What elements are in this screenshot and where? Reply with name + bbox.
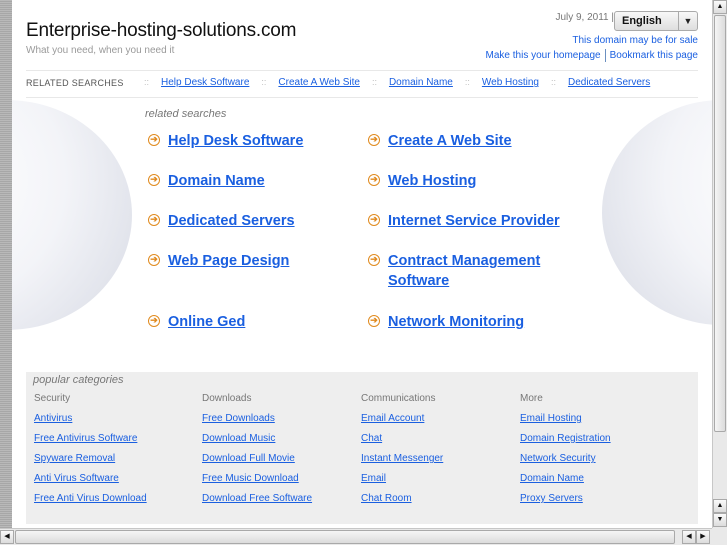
separator: ::: [144, 77, 150, 87]
category-column-more: More Email Hosting Domain Registration N…: [520, 392, 611, 512]
related-searches-heading: related searches: [145, 108, 227, 120]
category-column-communications: Communications Email Account Chat Instan…: [361, 392, 443, 512]
arrow-right-circle-icon: ➔: [368, 134, 380, 146]
arrow-right-circle-icon: ➔: [148, 174, 160, 186]
arrow-right-icon: ▶: [700, 533, 706, 540]
category-column-security: Security Antivirus Free Antivirus Softwa…: [34, 392, 147, 512]
category-link[interactable]: Free Anti Virus Download: [34, 492, 147, 512]
header-links: Make this your homepage Bookmark this pag…: [486, 49, 698, 62]
category-column-downloads: Downloads Free Downloads Download Music …: [202, 392, 312, 512]
make-homepage-link[interactable]: Make this your homepage: [486, 50, 601, 61]
related-bar-link[interactable]: Dedicated Servers: [568, 77, 650, 88]
vertical-scroll-thumb[interactable]: [714, 15, 726, 432]
category-title: Security: [34, 393, 71, 404]
related-search-link[interactable]: Internet Service Provider: [388, 211, 588, 231]
arrow-right-circle-icon: ➔: [148, 254, 160, 266]
horizontal-scrollbar[interactable]: ◀ ◀ ▶: [0, 528, 712, 545]
scroll-up-button-bottom[interactable]: ▲: [713, 499, 727, 513]
arrow-up-icon: ▲: [716, 502, 724, 509]
related-search-link[interactable]: Create A Web Site: [388, 131, 588, 151]
category-link[interactable]: Antivirus: [34, 412, 147, 432]
language-value: English: [622, 15, 662, 27]
scrollbar-corner: [712, 528, 727, 545]
scroll-up-button[interactable]: ▲: [713, 0, 727, 14]
related-bar-link[interactable]: Web Hosting: [482, 77, 539, 88]
category-title: More: [520, 393, 543, 404]
category-link[interactable]: Free Downloads: [202, 412, 312, 432]
scroll-left-button[interactable]: ◀: [0, 530, 14, 544]
category-link[interactable]: Chat: [361, 432, 443, 452]
category-link[interactable]: Network Security: [520, 452, 611, 472]
related-search-link[interactable]: Online Ged: [168, 312, 368, 332]
decorative-orb-right: [602, 100, 712, 325]
domain-for-sale-link[interactable]: This domain may be for sale: [572, 35, 698, 46]
separator: ::: [464, 77, 470, 87]
related-search-link[interactable]: Contract Management Software: [388, 251, 558, 291]
related-bar-link[interactable]: Create A Web Site: [278, 77, 360, 88]
related-search-link[interactable]: Web Page Design: [168, 251, 368, 271]
category-link[interactable]: Email Hosting: [520, 412, 611, 432]
popular-categories-heading: popular categories: [33, 374, 124, 386]
category-link[interactable]: Instant Messenger: [361, 452, 443, 472]
related-search-link[interactable]: Help Desk Software: [168, 131, 368, 151]
separator: ::: [261, 77, 267, 87]
horizontal-scroll-thumb[interactable]: [15, 530, 675, 544]
arrow-right-circle-icon: ➔: [368, 254, 380, 266]
tagline: What you need, when you need it: [26, 45, 175, 56]
arrow-right-circle-icon: ➔: [148, 214, 160, 226]
separator: ::: [550, 77, 556, 87]
related-search-link[interactable]: Web Hosting: [388, 171, 588, 191]
chevron-down-icon: ▼: [678, 12, 697, 30]
scroll-down-button[interactable]: ▼: [713, 513, 727, 527]
related-search-link[interactable]: Domain Name: [168, 171, 368, 191]
popular-categories-panel: popular categories Security Antivirus Fr…: [26, 372, 698, 524]
category-link[interactable]: Email: [361, 472, 443, 492]
arrow-right-circle-icon: ➔: [148, 315, 160, 327]
scroll-left-button-right[interactable]: ◀: [682, 530, 696, 544]
related-bar-link[interactable]: Help Desk Software: [161, 77, 249, 88]
related-searches-label: RELATED SEARCHES: [26, 78, 124, 88]
bookmark-link[interactable]: Bookmark this page: [610, 50, 698, 61]
category-link[interactable]: Download Full Movie: [202, 452, 312, 472]
related-bar-items: :: Help Desk Software:: Create A Web Site:…: [144, 77, 650, 88]
related-searches-bar: RELATED SEARCHES :: Help Desk Software:: C…: [26, 70, 698, 98]
language-select[interactable]: English ▼: [614, 11, 698, 31]
page-content: Enterprise-hosting-solutions.com What yo…: [12, 0, 712, 528]
arrow-left-icon: ◀: [4, 533, 10, 540]
related-search-link[interactable]: Dedicated Servers: [168, 211, 368, 231]
category-link[interactable]: Free Antivirus Software: [34, 432, 147, 452]
category-link[interactable]: Spyware Removal: [34, 452, 147, 472]
link-divider: [604, 49, 606, 62]
category-link[interactable]: Download Music: [202, 432, 312, 452]
arrow-right-circle-icon: ➔: [368, 174, 380, 186]
separator: ::: [371, 77, 377, 87]
category-link[interactable]: Free Music Download: [202, 472, 312, 492]
site-title: Enterprise-hosting-solutions.com: [26, 20, 297, 41]
arrow-down-icon: ▼: [716, 516, 724, 523]
related-search-link[interactable]: Network Monitoring: [388, 312, 588, 332]
vertical-scrollbar[interactable]: ▲ ▲ ▼: [712, 0, 727, 528]
arrow-left-icon: ◀: [686, 533, 692, 540]
category-link[interactable]: Proxy Servers: [520, 492, 611, 512]
category-link[interactable]: Download Free Software: [202, 492, 312, 512]
scroll-right-button[interactable]: ▶: [696, 530, 710, 544]
category-link[interactable]: Domain Registration: [520, 432, 611, 452]
category-title: Downloads: [202, 393, 252, 404]
decorative-orb-left: [12, 100, 132, 330]
category-link[interactable]: Email Account: [361, 412, 443, 432]
arrow-right-circle-icon: ➔: [368, 214, 380, 226]
arrow-right-circle-icon: ➔: [148, 134, 160, 146]
date-label: July 9, 2011 |: [555, 12, 614, 23]
category-link[interactable]: Chat Room: [361, 492, 443, 512]
left-frame-edge: [0, 0, 12, 528]
arrow-right-circle-icon: ➔: [368, 315, 380, 327]
category-link[interactable]: Anti Virus Software: [34, 472, 147, 492]
category-title: Communications: [361, 393, 436, 404]
category-link[interactable]: Domain Name: [520, 472, 611, 492]
arrow-up-icon: ▲: [716, 3, 724, 10]
related-bar-link[interactable]: Domain Name: [389, 77, 453, 88]
